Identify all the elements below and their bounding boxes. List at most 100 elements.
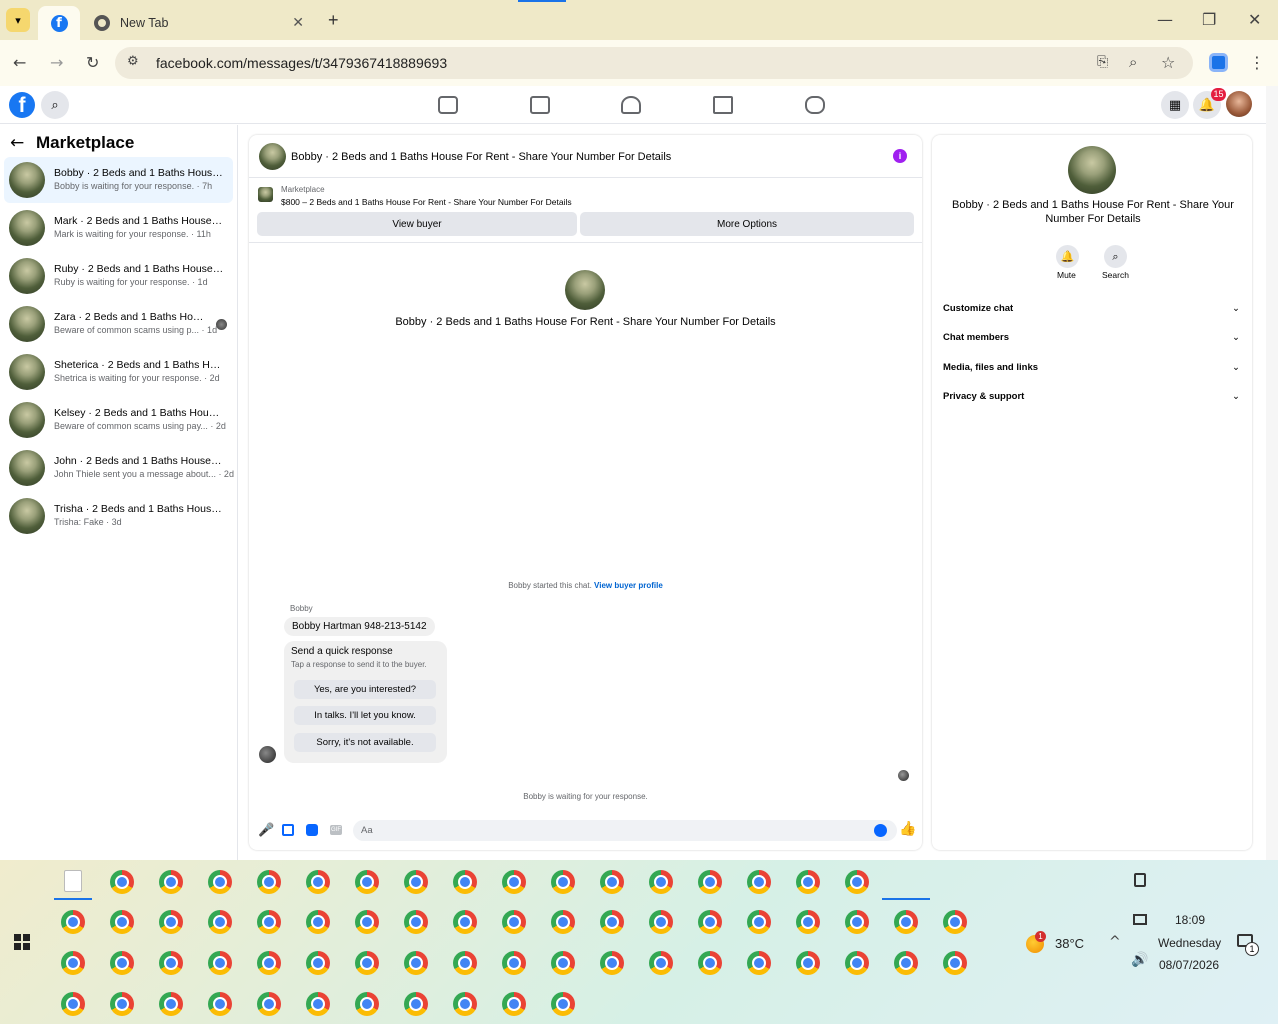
- reload-icon[interactable]: ↻: [86, 53, 99, 72]
- message-input[interactable]: [353, 820, 897, 841]
- chrome-taskbar-icon[interactable]: [306, 951, 330, 975]
- menu-icon[interactable]: ⋮: [1249, 53, 1265, 72]
- chrome-taskbar-icon[interactable]: [649, 910, 673, 934]
- privacy-support-section[interactable]: Privacy & support ⌄: [943, 391, 1240, 402]
- chrome-taskbar-icon[interactable]: [551, 992, 575, 1016]
- zoom-icon[interactable]: ⌕: [1129, 53, 1137, 71]
- chrome-taskbar-icon[interactable]: [943, 910, 967, 934]
- listing-thumbnail[interactable]: [258, 187, 273, 202]
- more-options-button[interactable]: More Options: [580, 212, 914, 236]
- windows-start-icon[interactable]: [14, 934, 30, 950]
- conversation-item[interactable]: Bobby · 2 Beds and 1 Baths House For Ren…: [4, 157, 233, 203]
- chrome-taskbar-icon[interactable]: [649, 870, 673, 894]
- conversation-item[interactable]: Zara · 2 Beds and 1 Baths House For Rent…: [4, 301, 233, 347]
- microphone-icon[interactable]: 🎤: [258, 823, 274, 838]
- chrome-taskbar-icon[interactable]: [796, 870, 820, 894]
- conversation-item[interactable]: Ruby · 2 Beds and 1 Baths House For Rent…: [4, 253, 233, 299]
- quick-response-button[interactable]: In talks. I'll let you know.: [294, 706, 436, 725]
- search-icon[interactable]: ⌕: [1104, 245, 1127, 268]
- chrome-taskbar-icon[interactable]: [61, 910, 85, 934]
- chrome-taskbar-icon[interactable]: [404, 992, 428, 1016]
- profile-avatar[interactable]: [1226, 91, 1252, 117]
- conversation-item[interactable]: Trisha · 2 Beds and 1 Baths House For Re…: [4, 493, 233, 539]
- chrome-taskbar-icon[interactable]: [502, 992, 526, 1016]
- install-app-icon[interactable]: ⎘: [1097, 54, 1108, 70]
- chrome-taskbar-icon[interactable]: [208, 951, 232, 975]
- chrome-taskbar-icon[interactable]: [110, 910, 134, 934]
- chrome-taskbar-icon[interactable]: [110, 951, 134, 975]
- mute-icon[interactable]: 🔔: [1056, 245, 1079, 268]
- close-window-icon[interactable]: ✕: [1248, 10, 1261, 29]
- chrome-taskbar-icon[interactable]: [551, 910, 575, 934]
- chrome-taskbar-icon[interactable]: [698, 870, 722, 894]
- chrome-taskbar-icon[interactable]: [747, 951, 771, 975]
- volume-icon[interactable]: 🔊: [1131, 952, 1148, 968]
- minimize-icon[interactable]: —: [1157, 10, 1173, 29]
- chrome-taskbar-icon[interactable]: [796, 951, 820, 975]
- temperature[interactable]: 38°C: [1055, 936, 1084, 951]
- file-explorer-icon[interactable]: [64, 870, 82, 892]
- chrome-taskbar-icon[interactable]: [894, 910, 918, 934]
- chrome-taskbar-icon[interactable]: [600, 870, 624, 894]
- quick-response-button[interactable]: Sorry, it's not available.: [294, 733, 436, 752]
- chrome-taskbar-icon[interactable]: [747, 870, 771, 894]
- chrome-taskbar-icon[interactable]: [208, 870, 232, 894]
- chat-members-section[interactable]: Chat members ⌄: [943, 332, 1240, 343]
- chrome-taskbar-icon[interactable]: [845, 910, 869, 934]
- clock-date[interactable]: 08/07/2026: [1159, 958, 1219, 972]
- chrome-taskbar-icon[interactable]: [943, 951, 967, 975]
- quick-response-button[interactable]: Yes, are you interested?: [294, 680, 436, 699]
- close-tab-icon[interactable]: ✕: [292, 15, 304, 31]
- info-icon[interactable]: i: [893, 149, 907, 163]
- chrome-taskbar-icon[interactable]: [845, 951, 869, 975]
- chrome-taskbar-icon[interactable]: [159, 870, 183, 894]
- chrome-taskbar-icon[interactable]: [551, 951, 575, 975]
- forward-icon[interactable]: →: [50, 53, 63, 72]
- bookmark-star-icon[interactable]: ☆: [1161, 53, 1175, 72]
- chrome-taskbar-icon[interactable]: [698, 910, 722, 934]
- chat-header-avatar[interactable]: [259, 143, 286, 170]
- restore-icon[interactable]: ❐: [1202, 10, 1216, 29]
- chrome-taskbar-icon[interactable]: [355, 951, 379, 975]
- chrome-taskbar-icon[interactable]: [110, 992, 134, 1016]
- sticker-icon[interactable]: [306, 824, 318, 836]
- conversation-item[interactable]: Kelsey · 2 Beds and 1 Baths House For Re…: [4, 397, 233, 443]
- media-files-links-section[interactable]: Media, files and links ⌄: [943, 362, 1240, 373]
- chrome-taskbar-icon[interactable]: [306, 870, 330, 894]
- menu-grid-icon[interactable]: ▦: [1161, 91, 1189, 119]
- chrome-taskbar-icon[interactable]: [355, 870, 379, 894]
- extension-icon[interactable]: [1209, 53, 1228, 72]
- chrome-taskbar-icon[interactable]: [208, 910, 232, 934]
- photo-icon[interactable]: [282, 824, 294, 836]
- chrome-taskbar-icon[interactable]: [208, 992, 232, 1016]
- chrome-taskbar-icon[interactable]: [306, 992, 330, 1016]
- clock-time[interactable]: 18:09: [1175, 913, 1205, 927]
- chrome-taskbar-icon[interactable]: [649, 951, 673, 975]
- chrome-taskbar-icon[interactable]: [453, 870, 477, 894]
- sender-avatar[interactable]: [259, 746, 276, 763]
- url-text[interactable]: facebook.com/messages/t/3479367418889693: [156, 55, 447, 71]
- site-info-icon[interactable]: ⚙: [127, 54, 139, 69]
- chrome-taskbar-icon[interactable]: [404, 951, 428, 975]
- marketplace-icon[interactable]: [713, 96, 733, 114]
- chrome-taskbar-icon[interactable]: [306, 910, 330, 934]
- page-scrollbar[interactable]: [1266, 86, 1278, 860]
- facebook-logo[interactable]: f: [9, 92, 35, 118]
- chat-header-title[interactable]: Bobby · 2 Beds and 1 Baths House For Ren…: [291, 151, 671, 163]
- clock-day[interactable]: Wednesday: [1158, 936, 1221, 950]
- conversation-item[interactable]: Sheterica · 2 Beds and 1 Baths House For…: [4, 349, 233, 395]
- chrome-taskbar-icon[interactable]: [110, 870, 134, 894]
- tab-search-dropdown-icon[interactable]: ▾: [6, 8, 30, 32]
- chrome-taskbar-icon[interactable]: [894, 951, 918, 975]
- chrome-taskbar-icon[interactable]: [453, 910, 477, 934]
- friends-icon[interactable]: [621, 96, 641, 114]
- gaming-icon[interactable]: [805, 96, 825, 114]
- chrome-taskbar-icon[interactable]: [257, 951, 281, 975]
- chrome-taskbar-icon[interactable]: [502, 870, 526, 894]
- chrome-taskbar-icon[interactable]: [845, 870, 869, 894]
- customize-chat-section[interactable]: Customize chat ⌄: [943, 303, 1240, 314]
- conversation-item[interactable]: Mark · 2 Beds and 1 Baths House For Rent…: [4, 205, 233, 251]
- back-arrow-icon[interactable]: ←: [10, 133, 24, 153]
- back-icon[interactable]: ←: [13, 53, 26, 72]
- chrome-taskbar-icon[interactable]: [159, 992, 183, 1016]
